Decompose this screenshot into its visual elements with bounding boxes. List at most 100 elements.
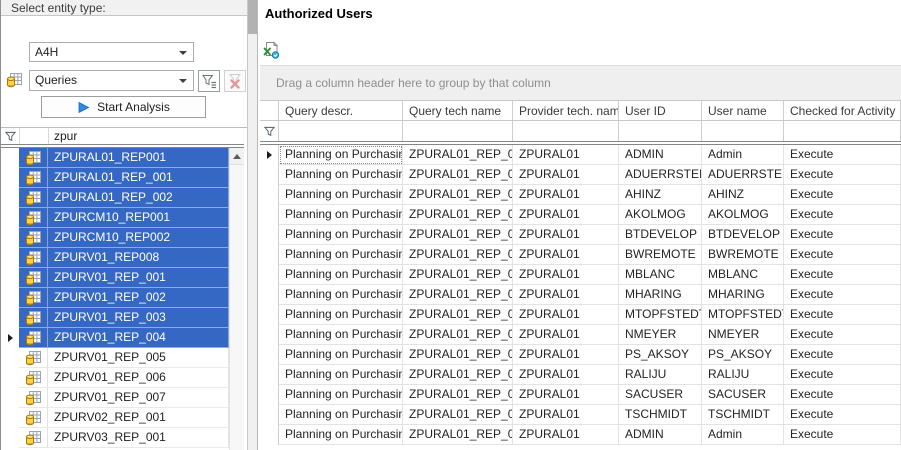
group-by-bar[interactable]: Drag a column header here to group by th… bbox=[260, 65, 901, 100]
list-item[interactable]: ZPURV01_REP_004 bbox=[1, 328, 229, 348]
list-filter-row[interactable]: zpur bbox=[1, 127, 248, 144]
list-item[interactable]: ZPURAL01_REP_002 bbox=[1, 188, 229, 208]
scroll-up-button[interactable] bbox=[230, 148, 244, 165]
list-item[interactable]: ZPURCM10_REP002 bbox=[1, 228, 229, 248]
table-cell: ZPURAL01_REP_001 bbox=[403, 265, 513, 285]
list-item-label: ZPURAL01_REP_002 bbox=[48, 188, 229, 208]
table-row[interactable]: Planning on PurchasingZPURAL01_REP_001ZP… bbox=[260, 385, 901, 405]
panel-splitter[interactable] bbox=[247, 0, 258, 450]
query-icon bbox=[19, 268, 48, 288]
column-header-user-name[interactable]: User name bbox=[702, 101, 784, 120]
list-item[interactable]: ZPURAL01_REP001 bbox=[1, 148, 229, 168]
row-indicator-cell bbox=[260, 325, 279, 345]
query-icon bbox=[19, 348, 48, 368]
row-indicator-cell bbox=[260, 385, 279, 405]
table-cell: ZPURAL01_REP_001 bbox=[403, 365, 513, 385]
row-indicator-cell bbox=[1, 388, 19, 408]
table-cell: ZPURAL01_REP_001 bbox=[403, 285, 513, 305]
column-header-query-descr-[interactable]: Query descr. bbox=[279, 101, 403, 120]
table-cell: ZPURAL01 bbox=[513, 205, 619, 225]
table-cell: Planning on Purchasing bbox=[279, 265, 403, 285]
table-row[interactable]: Planning on PurchasingZPURAL01_REP_001ZP… bbox=[260, 325, 901, 345]
column-header-user-id[interactable]: User ID bbox=[619, 101, 702, 120]
list-item[interactable]: ZPURV01_REP_002 bbox=[1, 288, 229, 308]
table-row[interactable]: Planning on PurchasingZPURAL01_REP_001ZP… bbox=[260, 205, 901, 225]
table-cell: MHARING bbox=[702, 285, 784, 305]
table-row[interactable]: Planning on PurchasingZPURAL01_REP_001ZP… bbox=[260, 405, 901, 425]
header-indicator-cell bbox=[260, 101, 279, 120]
table-cell: Planning on Purchasing bbox=[279, 325, 403, 345]
table-cell: Planning on Purchasing bbox=[279, 345, 403, 365]
filter-cell[interactable] bbox=[702, 121, 784, 141]
table-cell: BTDEVELOP bbox=[702, 225, 784, 245]
list-item-label: ZPURV01_REP008 bbox=[48, 248, 229, 268]
auto-filter-icon bbox=[260, 121, 279, 141]
chevron-down-icon bbox=[179, 51, 187, 55]
filter-cell[interactable] bbox=[403, 121, 513, 141]
table-row[interactable]: Planning on PurchasingZPURAL01_REP_001ZP… bbox=[260, 365, 901, 385]
column-header-query-tech-name[interactable]: Query tech name bbox=[403, 101, 513, 120]
table-cell: Planning on Purchasing bbox=[279, 205, 403, 225]
table-row[interactable]: Planning on PurchasingZPURAL01_REP_001ZP… bbox=[260, 345, 901, 365]
column-header-checked-for-activity[interactable]: Checked for Activity bbox=[784, 101, 901, 120]
query-icon bbox=[19, 388, 48, 408]
list-item[interactable]: ZPURV01_REP_003 bbox=[1, 308, 229, 328]
table-row[interactable]: Planning on PurchasingZPURAL01_REP_001ZP… bbox=[260, 225, 901, 245]
authorized-users-grid: Query descr. Query tech name Provider tech… bbox=[260, 100, 901, 450]
filter-cell[interactable] bbox=[784, 121, 901, 141]
table-cell: Execute bbox=[784, 245, 901, 265]
list-item[interactable]: ZPURV01_REP_007 bbox=[1, 388, 229, 408]
start-analysis-label: Start Analysis bbox=[97, 100, 170, 114]
list-filter-input[interactable]: zpur bbox=[49, 128, 234, 144]
auto-filter-icon bbox=[1, 128, 20, 144]
filter-cell[interactable] bbox=[619, 121, 702, 141]
authorized-users-panel: Authorized Users Drag a column header he… bbox=[258, 0, 901, 450]
table-cell: Planning on Purchasing bbox=[279, 185, 403, 205]
row-indicator-cell bbox=[1, 408, 19, 428]
table-cell: Execute bbox=[784, 185, 901, 205]
list-item[interactable]: ZPURV02_REP_001 bbox=[1, 408, 229, 428]
list-item[interactable]: ZPURAL01_REP_001 bbox=[1, 168, 229, 188]
table-row[interactable]: Planning on PurchasingZPURAL01_REP_001ZP… bbox=[260, 185, 901, 205]
category-dropdown[interactable]: Queries bbox=[29, 70, 194, 91]
table-cell: Planning on Purchasing bbox=[279, 245, 403, 265]
list-item-label: ZPURCM10_REP002 bbox=[48, 228, 229, 248]
filter-cell[interactable] bbox=[513, 121, 619, 141]
play-icon bbox=[78, 101, 90, 113]
start-analysis-button[interactable]: Start Analysis bbox=[41, 96, 206, 118]
query-icon bbox=[19, 208, 48, 228]
table-cell: Execute bbox=[784, 325, 901, 345]
clear-filter-button[interactable] bbox=[224, 70, 246, 92]
export-to-excel-button[interactable] bbox=[262, 41, 280, 59]
table-row[interactable]: Planning on PurchasingZPURAL01_REP_001ZP… bbox=[260, 145, 901, 165]
table-cell: Admin bbox=[702, 145, 784, 165]
row-indicator-cell bbox=[1, 428, 19, 448]
table-row[interactable]: Planning on PurchasingZPURAL01_REP_001ZP… bbox=[260, 245, 901, 265]
list-scrollbar[interactable] bbox=[229, 148, 244, 450]
entity-type-dropdown[interactable]: A4H bbox=[29, 42, 194, 62]
table-row[interactable]: Planning on PurchasingZPURAL01_REP_002ZP… bbox=[260, 425, 901, 445]
table-cell: NMEYER bbox=[619, 325, 702, 345]
table-row[interactable]: Planning on PurchasingZPURAL01_REP_001ZP… bbox=[260, 165, 901, 185]
table-cell: ZPURAL01 bbox=[513, 225, 619, 245]
query-icon bbox=[19, 288, 48, 308]
list-item[interactable]: ZPURV03_REP_001 bbox=[1, 428, 229, 448]
filter-cell[interactable] bbox=[279, 121, 403, 141]
list-item[interactable]: ZPURV01_REP_005 bbox=[1, 348, 229, 368]
filter-button[interactable] bbox=[198, 70, 220, 92]
list-item[interactable]: ZPURV01_REP_006 bbox=[1, 368, 229, 388]
table-row[interactable]: Planning on PurchasingZPURAL01_REP_001ZP… bbox=[260, 285, 901, 305]
column-header-provider-tech-name[interactable]: Provider tech. name bbox=[513, 101, 619, 120]
list-item[interactable]: ZPURCM10_REP001 bbox=[1, 208, 229, 228]
list-item[interactable]: ZPURV01_REP008 bbox=[1, 248, 229, 268]
filter-cell-icon[interactable] bbox=[20, 128, 49, 144]
table-row[interactable]: Planning on PurchasingZPURAL01_REP_001ZP… bbox=[260, 265, 901, 285]
table-cell: Planning on Purchasing bbox=[279, 165, 403, 185]
table-row[interactable]: Planning on PurchasingZPURAL01_REP_001ZP… bbox=[260, 305, 901, 325]
table-cell: ZPURAL01 bbox=[513, 305, 619, 325]
table-cell: ZPURAL01_REP_002 bbox=[403, 425, 513, 445]
row-indicator-cell bbox=[260, 345, 279, 365]
table-cell: MTOPFSTEDT bbox=[619, 305, 702, 325]
table-cell: Execute bbox=[784, 205, 901, 225]
list-item[interactable]: ZPURV01_REP_001 bbox=[1, 268, 229, 288]
